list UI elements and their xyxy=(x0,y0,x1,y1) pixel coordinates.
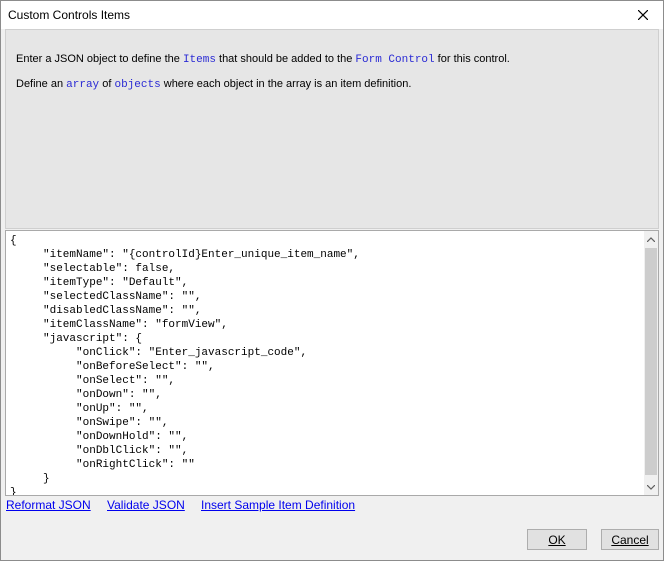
reformat-json-link[interactable]: Reformat JSON xyxy=(6,498,91,512)
info-code-objects: objects xyxy=(114,79,161,91)
info-line-1: Enter a JSON object to define the Items … xyxy=(16,53,510,66)
cancel-button[interactable]: Cancel xyxy=(601,529,659,550)
info-text: Define an xyxy=(16,78,67,90)
chevron-down-icon xyxy=(647,484,655,490)
chevron-up-icon xyxy=(647,236,655,242)
info-text: of xyxy=(99,78,115,90)
info-text: Enter a JSON object to define the xyxy=(16,53,183,65)
json-editor-text[interactable]: { "itemName": "{controlId}Enter_unique_i… xyxy=(10,234,360,495)
info-code-array: array xyxy=(66,79,100,91)
json-editor[interactable]: { "itemName": "{controlId}Enter_unique_i… xyxy=(5,230,659,496)
scroll-thumb[interactable] xyxy=(645,248,657,475)
info-code-form-control: Form Control xyxy=(355,54,435,66)
vertical-scrollbar[interactable] xyxy=(644,231,658,495)
info-panel: Enter a JSON object to define the Items … xyxy=(5,29,659,229)
close-icon xyxy=(638,10,648,20)
dialog-window: Custom Controls Items Enter a JSON objec… xyxy=(0,0,664,561)
info-text: for this control. xyxy=(434,53,510,65)
cancel-button-label: Cancel xyxy=(611,532,649,547)
ok-button[interactable]: OK xyxy=(527,529,587,550)
title-bar: Custom Controls Items xyxy=(1,1,663,29)
close-button[interactable] xyxy=(623,1,663,29)
action-links: Reformat JSON Validate JSON Insert Sampl… xyxy=(1,498,663,514)
window-title: Custom Controls Items xyxy=(8,8,131,22)
info-text: that should be added to the xyxy=(215,53,356,65)
info-text: where each object in the array is an ite… xyxy=(160,78,412,90)
validate-json-link[interactable]: Validate JSON xyxy=(107,498,185,512)
scroll-up-button[interactable] xyxy=(644,231,658,247)
ok-button-label: OK xyxy=(548,532,566,547)
info-line-2: Define an array of objects where each ob… xyxy=(16,78,411,91)
insert-sample-item-link[interactable]: Insert Sample Item Definition xyxy=(201,498,355,512)
info-code-items: Items xyxy=(182,54,216,66)
scroll-down-button[interactable] xyxy=(644,479,658,495)
